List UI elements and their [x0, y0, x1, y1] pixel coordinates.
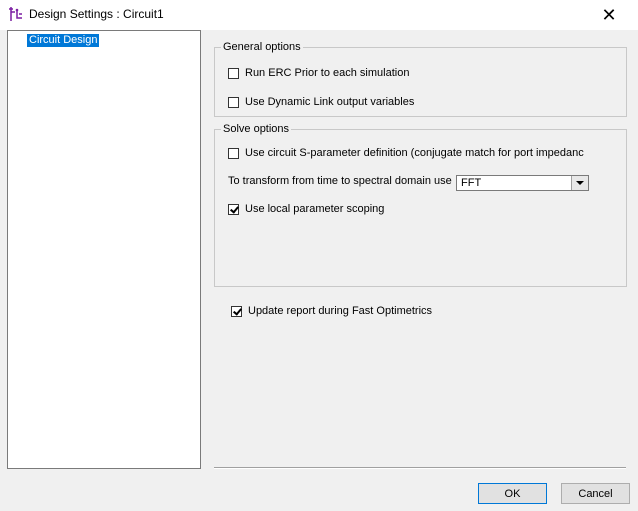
sparam-definition-checkbox[interactable] [228, 147, 239, 159]
run-erc-label: Run ERC Prior to each simulation [245, 67, 410, 79]
footer-divider [214, 467, 626, 469]
update-report-checkbox[interactable] [231, 305, 242, 317]
solve-options-label: Solve options [221, 123, 292, 136]
cancel-button[interactable]: Cancel [561, 483, 630, 504]
sparam-definition-option[interactable]: Use circuit S-parameter definition (conj… [228, 146, 584, 160]
dynamic-link-option[interactable]: Use Dynamic Link output variables [228, 95, 414, 109]
title-bar: Design Settings : Circuit1 ✕ [0, 0, 638, 30]
dynamic-link-label: Use Dynamic Link output variables [245, 96, 415, 108]
dynamic-link-checkbox[interactable] [228, 96, 239, 108]
run-erc-checkbox[interactable] [228, 67, 239, 79]
local-scoping-label: Use local parameter scoping [245, 203, 385, 215]
close-icon: ✕ [601, 4, 617, 25]
transform-label: To transform from time to spectral domai… [228, 175, 452, 187]
circuit-design-icon [9, 7, 22, 21]
local-scoping-checkbox[interactable] [228, 203, 239, 215]
transform-method-value: FFT [461, 177, 482, 189]
settings-tree[interactable]: Circuit Design [7, 30, 201, 469]
update-report-option[interactable]: Update report during Fast Optimetrics [231, 304, 432, 318]
window-title: Design Settings : Circuit1 [29, 7, 164, 21]
run-erc-option[interactable]: Run ERC Prior to each simulation [228, 66, 409, 80]
general-options-label: General options [221, 41, 303, 54]
sparam-definition-label: Use circuit S-parameter definition (conj… [245, 147, 584, 159]
transform-method-select[interactable]: FFT [456, 175, 589, 191]
close-button[interactable]: ✕ [592, 2, 626, 28]
chevron-down-icon[interactable] [571, 176, 588, 190]
local-scoping-option[interactable]: Use local parameter scoping [228, 202, 384, 216]
ok-button[interactable]: OK [478, 483, 547, 504]
tree-item-circuit-design[interactable]: Circuit Design [27, 34, 100, 47]
update-report-label: Update report during Fast Optimetrics [248, 305, 433, 317]
